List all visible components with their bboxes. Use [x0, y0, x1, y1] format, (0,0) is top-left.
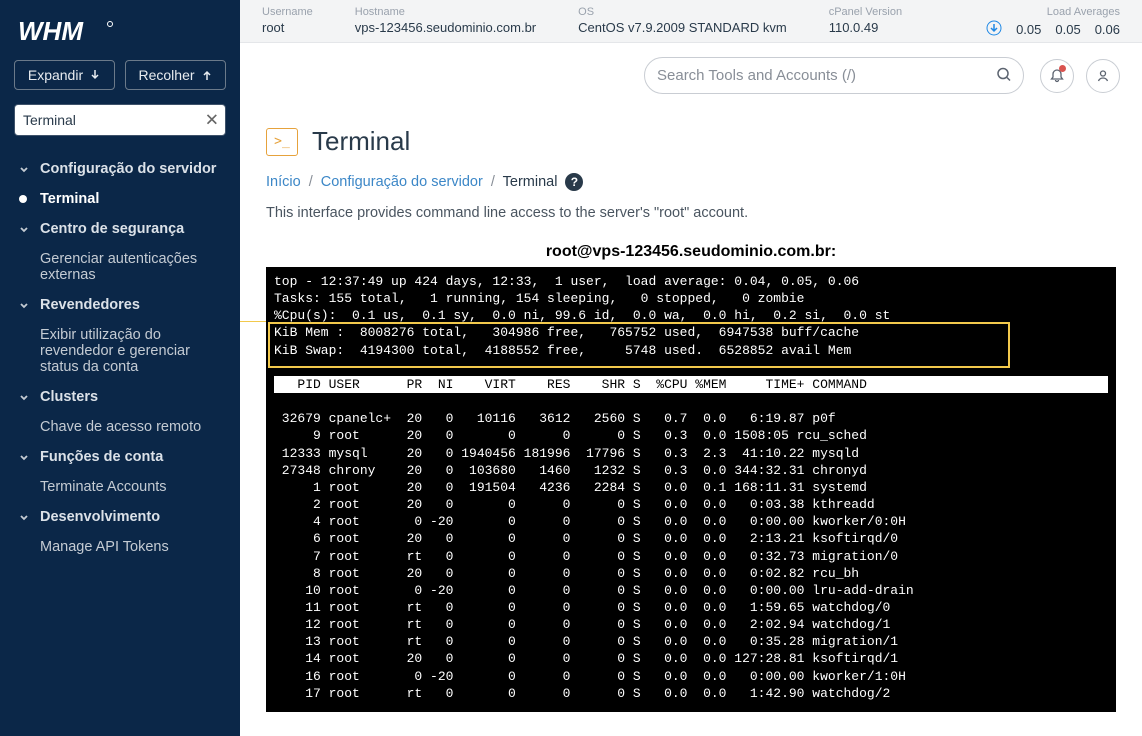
topbar: Username root Hostname vps-123456.seudomin…: [240, 0, 1142, 43]
sidebar-search-input[interactable]: [14, 104, 226, 136]
cpanel-version-label: cPanel Version: [829, 6, 902, 18]
nav-item[interactable]: Terminate Accounts: [0, 472, 240, 502]
nav-item[interactable]: Terminal: [0, 184, 240, 214]
username-label: Username: [262, 6, 313, 18]
nav-group[interactable]: Centro de segurança: [0, 214, 240, 244]
page-title: Terminal: [312, 126, 410, 157]
search-input[interactable]: [644, 57, 1024, 94]
cpanel-version-value: 110.0.49: [829, 20, 902, 35]
terminal-host: root@vps-123456.seudominio.com.br:: [266, 243, 1116, 261]
os-value: CentOS v7.9.2009 STANDARD kvm: [578, 20, 787, 35]
sidebar-nav: Configuração do servidorTerminalCentro d…: [0, 148, 240, 736]
notifications-button[interactable]: [1040, 59, 1074, 93]
clear-icon[interactable]: ✕: [205, 112, 219, 129]
breadcrumb: Início / Configuração do servidor / Term…: [266, 173, 1116, 191]
search-icon[interactable]: [996, 66, 1012, 85]
nav-item[interactable]: Chave de acesso remoto: [0, 412, 240, 442]
load-1: 0.05: [1016, 22, 1041, 37]
whm-logo: WHM: [0, 0, 240, 60]
sidebar-search: ✕: [14, 104, 226, 136]
collapse-button[interactable]: Recolher: [125, 60, 226, 90]
username-value: root: [262, 20, 313, 35]
load-2: 0.05: [1055, 22, 1080, 37]
nav-item[interactable]: Exibir utilização do revendedor e gerenc…: [0, 320, 240, 382]
expand-label: Expandir: [28, 67, 83, 83]
nav-item[interactable]: Gerenciar autenticações externas: [0, 244, 240, 290]
searchbar: [240, 43, 1142, 108]
user-icon: [1095, 68, 1111, 84]
load-3: 0.06: [1095, 22, 1120, 37]
main: Username root Hostname vps-123456.seudomin…: [240, 0, 1142, 736]
nav-group[interactable]: Revendedores: [0, 290, 240, 320]
sidebar: WHM Expandir Recolher ✕ Configuração do …: [0, 0, 240, 736]
account-button[interactable]: [1086, 59, 1120, 93]
terminal-icon: >_: [266, 128, 298, 156]
nav-group[interactable]: Desenvolvimento: [0, 502, 240, 532]
callout-line: [240, 321, 268, 322]
nav-item[interactable]: Manage API Tokens: [0, 532, 240, 562]
download-icon[interactable]: [986, 20, 1002, 39]
hostname-value: vps-123456.seudominio.com.br: [355, 20, 536, 35]
expand-button[interactable]: Expandir: [14, 60, 115, 90]
collapse-label: Recolher: [138, 67, 194, 83]
notification-dot: [1059, 65, 1066, 72]
svg-text:WHM: WHM: [18, 18, 84, 46]
arrow-down-icon: [89, 69, 101, 81]
content: >_ Terminal Início / Configuração do ser…: [240, 108, 1142, 736]
page-description: This interface provides command line acc…: [266, 205, 1116, 221]
crumb-home[interactable]: Início: [266, 174, 301, 190]
arrow-up-icon: [201, 69, 213, 81]
crumb-current: Terminal: [503, 174, 558, 190]
nav-group[interactable]: Clusters: [0, 382, 240, 412]
nav-group[interactable]: Configuração do servidor: [0, 154, 240, 184]
hostname-label: Hostname: [355, 6, 536, 18]
nav-group[interactable]: Funções de conta: [0, 442, 240, 472]
highlight-box: [268, 322, 1010, 368]
os-label: OS: [578, 6, 787, 18]
load-label: Load Averages: [986, 6, 1120, 18]
help-icon[interactable]: ?: [565, 173, 583, 191]
crumb-group[interactable]: Configuração do servidor: [321, 174, 483, 190]
